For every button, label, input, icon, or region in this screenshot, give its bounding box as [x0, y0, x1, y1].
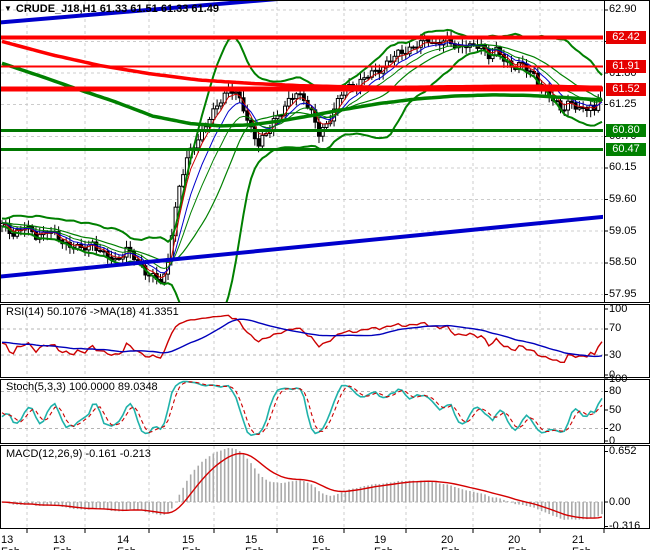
time-axis-label: 15 Feb 03:00 [182, 534, 201, 550]
price-tick-label: 59.05 [609, 224, 637, 237]
time-axis-label: 15 Feb 19:00 [245, 534, 264, 550]
chart-canvas[interactable] [0, 0, 650, 550]
symbol-timeframe-label: CRUDE_J18,H1 [15, 3, 97, 15]
price-tick-label: 58.50 [609, 256, 637, 269]
macd-tick-label: 0.652 [609, 444, 637, 457]
price-tick-label: 61.25 [609, 98, 637, 111]
stoch-indicator-label: Stoch(5,3,3) 100.0000 89.0348 [6, 381, 158, 393]
price-level-badge: 61.52 [606, 82, 646, 96]
chart-header: ▼ CRUDE_J18,H1 61.33 61.51 61.33 61.49 [4, 2, 219, 16]
time-axis-label: 13 Feb 17:00 [53, 534, 72, 550]
time-axis-label: 20 Feb 18:00 [508, 534, 527, 550]
price-tick-label: 59.60 [609, 193, 637, 206]
time-axis-label: 20 Feb 02:00 [441, 534, 460, 550]
stoch-tick-label: 100 [609, 372, 628, 385]
symbol-dropdown-icon[interactable]: ▼ [4, 2, 12, 15]
price-tick-label: 62.90 [609, 3, 637, 16]
stoch-tick-label: 80 [609, 384, 622, 397]
macd-tick-label: 0.00 [609, 495, 631, 508]
ohlc-readout: 61.33 61.51 61.33 61.49 [99, 3, 219, 15]
price-tick-label: 60.15 [609, 161, 637, 174]
price-level-badge: 62.42 [606, 30, 646, 44]
stoch-tick-label: 20 [609, 422, 622, 435]
price-level-badge: 61.91 [606, 60, 646, 74]
price-level-badge: 60.80 [606, 124, 646, 138]
rsi-tick-label: 70 [609, 322, 622, 335]
time-axis-label: 14 Feb 10:00 [117, 534, 136, 550]
price-level-badge: 60.47 [606, 143, 646, 156]
stoch-tick-label: 50 [609, 403, 622, 416]
rsi-tick-label: 100 [609, 302, 628, 315]
time-axis-label: 16 Feb 12:00 [312, 534, 331, 550]
main-pane [1, 1, 603, 302]
time-axis-label: 13 Feb 2018 [1, 534, 20, 550]
time-axis-label: 19 Feb 05:00 [374, 534, 393, 550]
macd-tick-label: -0.316 [609, 519, 641, 532]
time-axis-label: 21 Feb 11:00 [572, 534, 591, 550]
price-tick-label: 57.95 [609, 287, 637, 300]
trading-chart-window: ▼ CRUDE_J18,H1 61.33 61.51 61.33 61.49 62… [0, 0, 650, 550]
rsi-tick-label: 30 [609, 348, 622, 361]
rsi-indicator-label: RSI(14) 50.1076 ->MA(18) 41.3351 [6, 306, 179, 318]
macd-indicator-label: MACD(12,26,9) -0.161 -0.213 [6, 448, 151, 460]
